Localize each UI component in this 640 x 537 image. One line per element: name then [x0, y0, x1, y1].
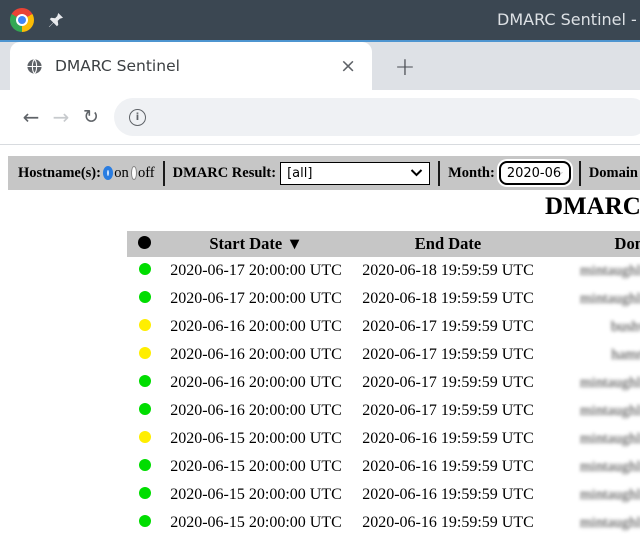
page-title: DMARC: [545, 193, 640, 221]
pin-icon: [46, 11, 65, 30]
domain-cell: mintaughlibmshrvelt: [546, 515, 640, 532]
hostnames-label: Hostname(s):: [18, 165, 101, 182]
end-date-cell: 2020-06-17 19:59:59 UTC: [350, 346, 546, 364]
chevron-down-icon: [410, 169, 423, 177]
page-content: Hostname(s): on off DMARC Result: [all] …: [0, 145, 640, 536]
start-date-cell: 2020-06-16 20:00:00 UTC: [162, 374, 350, 392]
domain-cell: mintaughlibmshrvelt: [546, 263, 640, 280]
globe-icon: [26, 58, 43, 75]
start-date-cell: 2020-06-17 20:00:00 UTC: [162, 290, 350, 308]
start-date-cell: 2020-06-15 20:00:00 UTC: [162, 486, 350, 504]
domain-column-header[interactable]: Domain: [546, 234, 640, 254]
end-date-cell: 2020-06-16 19:59:59 UTC: [350, 458, 546, 476]
table-row: 2020-06-15 20:00:00 UTC 2020-06-16 19:59…: [127, 425, 640, 453]
start-date-cell: 2020-06-15 20:00:00 UTC: [162, 458, 350, 476]
end-date-cell: 2020-06-17 19:59:59 UTC: [350, 402, 546, 420]
back-icon[interactable]: ←: [16, 105, 46, 129]
chrome-logo-icon: [10, 8, 34, 32]
end-date-column-header[interactable]: End Date: [350, 234, 546, 254]
table-row: 2020-06-15 20:00:00 UTC 2020-06-16 19:59…: [127, 509, 640, 536]
report-table: Start Date ▼ End Date Domain 2020-06-17 …: [127, 231, 640, 536]
start-date-cell: 2020-06-15 20:00:00 UTC: [162, 514, 350, 532]
table-row: 2020-06-17 20:00:00 UTC 2020-06-18 19:59…: [127, 285, 640, 313]
table-row: 2020-06-16 20:00:00 UTC 2020-06-17 19:59…: [127, 313, 640, 341]
start-date-cell: 2020-06-16 20:00:00 UTC: [162, 402, 350, 420]
end-date-cell: 2020-06-16 19:59:59 UTC: [350, 430, 546, 448]
divider: [438, 161, 440, 186]
chevron-down-icon: [561, 169, 563, 177]
end-date-cell: 2020-06-16 19:59:59 UTC: [350, 486, 546, 504]
address-bar[interactable]: i: [114, 98, 640, 136]
hostnames-on-radio[interactable]: [103, 166, 113, 180]
end-date-cell: 2020-06-18 19:59:59 UTC: [350, 262, 546, 280]
new-tab-button[interactable]: +: [389, 50, 421, 82]
month-label: Month:: [448, 165, 495, 182]
window-titlebar: DMARC Sentinel -: [0, 0, 640, 40]
domain-cell: hamrbldes: [546, 347, 640, 364]
table-row: 2020-06-16 20:00:00 UTC 2020-06-17 19:59…: [127, 369, 640, 397]
table-row: 2020-06-15 20:00:00 UTC 2020-06-16 19:59…: [127, 453, 640, 481]
status-dot: [139, 319, 151, 331]
table-row: 2020-06-16 20:00:00 UTC 2020-06-17 19:59…: [127, 341, 640, 369]
domain-cell: mintaughlibmshrvelt: [546, 291, 640, 308]
tab-close-icon[interactable]: ×: [336, 55, 360, 78]
status-dot: [139, 375, 151, 387]
start-date-cell: 2020-06-16 20:00:00 UTC: [162, 346, 350, 364]
domain-cell: mintaughlibmshrvelt: [546, 375, 640, 392]
domain-cell: mintaughlibmshrvelt: [546, 459, 640, 476]
status-dot: [139, 263, 151, 275]
divider: [579, 161, 581, 186]
end-date-cell: 2020-06-17 19:59:59 UTC: [350, 318, 546, 336]
forward-icon: →: [46, 105, 76, 129]
browser-window: DMARC Sentinel - DMARC Sentinel × + ← → …: [0, 0, 640, 536]
domain-cell: mintaughlibmshrvelt: [546, 487, 640, 504]
status-dot: [139, 291, 151, 303]
start-date-column-header[interactable]: Start Date ▼: [162, 234, 350, 254]
window-title: DMARC Sentinel -: [497, 10, 637, 29]
dmarc-result-label: DMARC Result:: [173, 165, 277, 182]
hostnames-off-label: off: [138, 165, 155, 182]
end-date-cell: 2020-06-17 19:59:59 UTC: [350, 374, 546, 392]
status-dot: [139, 403, 151, 415]
hostnames-off-radio[interactable]: [131, 166, 137, 180]
dmarc-result-value: [all]: [287, 166, 312, 181]
end-date-cell: 2020-06-18 19:59:59 UTC: [350, 290, 546, 308]
tab-strip: DMARC Sentinel × +: [0, 42, 640, 90]
domain-filter-label: Domain: [589, 165, 638, 182]
reload-icon[interactable]: ↻: [76, 106, 106, 128]
start-date-cell: 2020-06-15 20:00:00 UTC: [162, 430, 350, 448]
status-dot: [139, 487, 151, 499]
status-column-header-dot: [138, 236, 151, 249]
dmarc-result-select[interactable]: [all]: [280, 162, 430, 185]
browser-tab[interactable]: DMARC Sentinel ×: [10, 42, 372, 90]
month-value: 2020-06: [507, 166, 561, 181]
hostnames-on-label: on: [114, 165, 129, 182]
divider: [163, 161, 165, 186]
filter-bar: Hostname(s): on off DMARC Result: [all] …: [8, 156, 640, 190]
table-body: 2020-06-17 20:00:00 UTC 2020-06-18 19:59…: [127, 257, 640, 536]
status-dot: [139, 515, 151, 527]
table-row: 2020-06-17 20:00:00 UTC 2020-06-18 19:59…: [127, 257, 640, 285]
nav-toolbar: ← → ↻ i: [0, 90, 640, 145]
domain-cell: mintaughlibmshrvelt: [546, 431, 640, 448]
table-header-row: Start Date ▼ End Date Domain: [127, 231, 640, 257]
table-row: 2020-06-16 20:00:00 UTC 2020-06-17 19:59…: [127, 397, 640, 425]
info-icon[interactable]: i: [129, 109, 146, 126]
end-date-cell: 2020-06-16 19:59:59 UTC: [350, 514, 546, 532]
domain-cell: mintaughlibmshrvelt: [546, 403, 640, 420]
start-date-cell: 2020-06-17 20:00:00 UTC: [162, 262, 350, 280]
month-select[interactable]: 2020-06: [499, 161, 571, 185]
status-dot: [139, 347, 151, 359]
status-dot: [139, 459, 151, 471]
table-row: 2020-06-15 20:00:00 UTC 2020-06-16 19:59…: [127, 481, 640, 509]
domain-cell: bushwelsh: [546, 319, 640, 336]
status-dot: [139, 431, 151, 443]
tab-title: DMARC Sentinel: [55, 57, 336, 75]
start-date-cell: 2020-06-16 20:00:00 UTC: [162, 318, 350, 336]
